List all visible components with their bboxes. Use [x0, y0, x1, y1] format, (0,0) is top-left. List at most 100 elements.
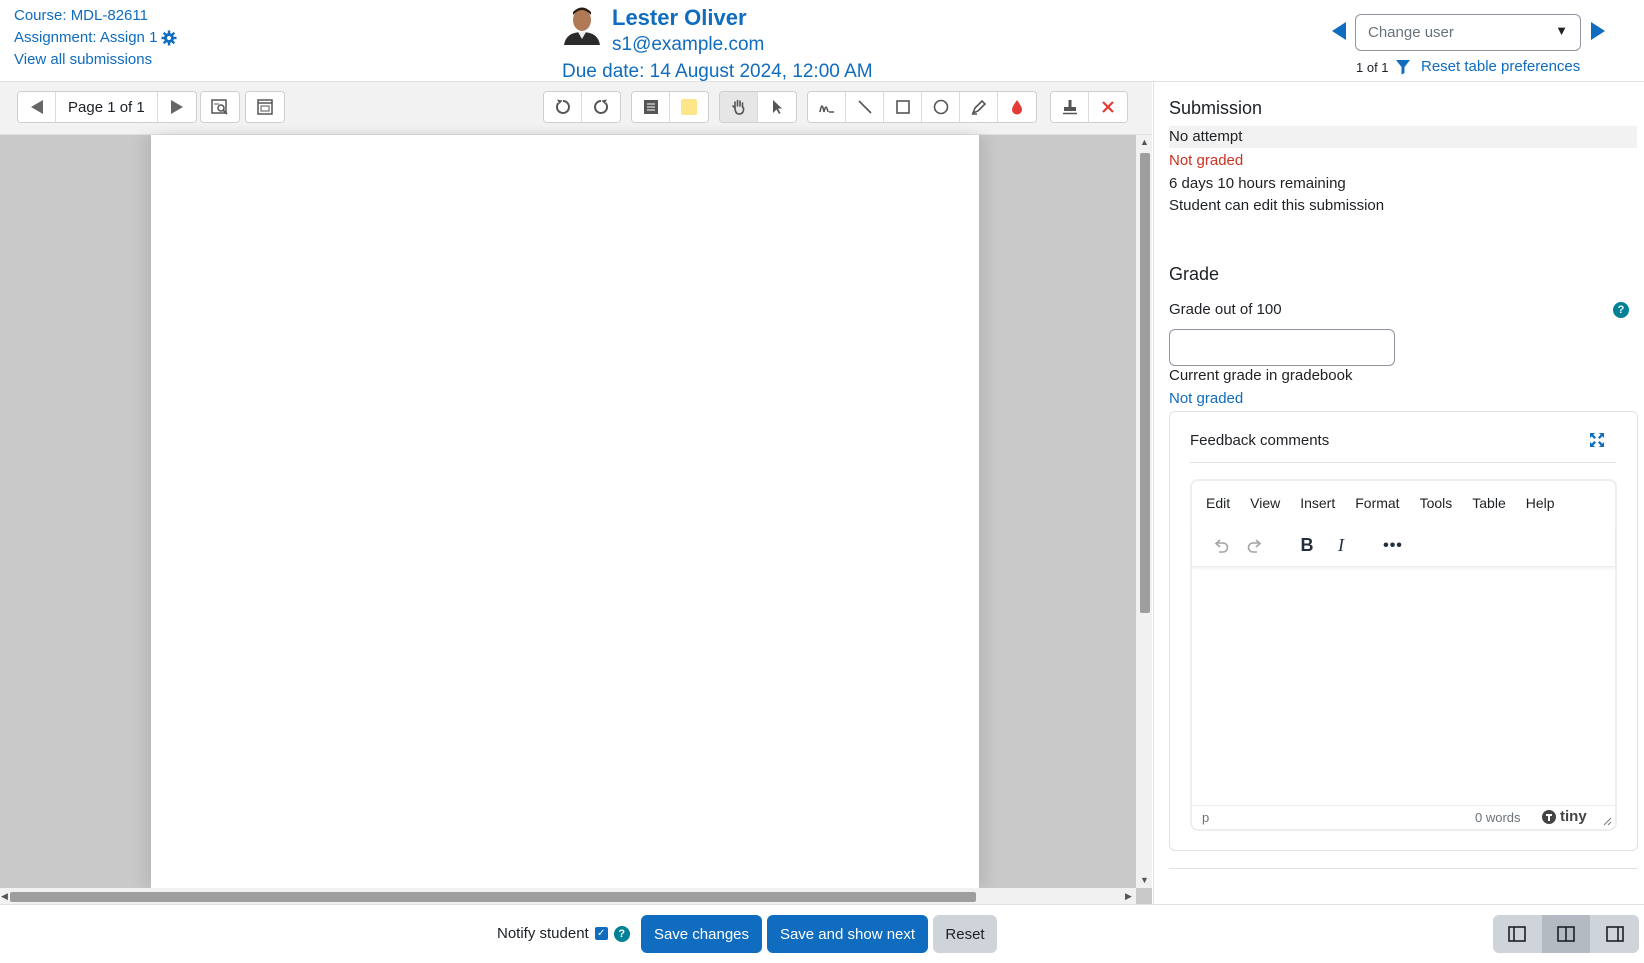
horizontal-scrollbar[interactable]: ◀ ▶	[0, 888, 1136, 904]
panel-left-icon	[1508, 926, 1527, 942]
grade-input[interactable]	[1169, 329, 1395, 366]
edit-status: Student can edit this submission	[1169, 197, 1385, 214]
tiny-brand[interactable]: tiny	[1541, 808, 1587, 825]
tiny-brand-text: tiny	[1560, 808, 1587, 825]
menu-tools[interactable]: Tools	[1420, 495, 1453, 511]
editor-content-area[interactable]	[1192, 567, 1615, 805]
avatar[interactable]	[561, 3, 603, 45]
highlight-tool-button[interactable]	[960, 92, 998, 122]
pen-scribble-icon	[818, 105, 834, 113]
undo-icon	[1214, 538, 1229, 553]
user-navigation: Change user ▼	[1330, 14, 1620, 54]
user-count: 1 of 1	[1356, 59, 1411, 75]
vertical-scrollbar[interactable]: ▲ ▼	[1136, 135, 1152, 888]
caret-down-icon: ▼	[1555, 23, 1568, 38]
feedback-comments-title: Feedback comments	[1190, 432, 1330, 449]
element-path[interactable]: p	[1202, 810, 1209, 825]
rotate-right-icon	[594, 99, 609, 114]
change-user-select[interactable]: Change user ▼	[1355, 14, 1581, 51]
document-page[interactable]	[151, 135, 979, 888]
line-tool-button[interactable]	[846, 92, 884, 122]
save-changes-button[interactable]: Save changes	[641, 915, 762, 953]
window-icon	[257, 99, 273, 115]
horizontal-scroll-thumb[interactable]	[10, 892, 976, 902]
editor-statusbar: p 0 words tiny	[1192, 805, 1615, 829]
notify-student-checkbox[interactable]: ✓	[594, 927, 608, 940]
feedback-editor: Edit View Insert Format Tools Table Help…	[1190, 479, 1617, 831]
bold-button[interactable]: B	[1290, 529, 1324, 563]
grade-heading: Grade	[1169, 264, 1220, 284]
vertical-scroll-thumb[interactable]	[1140, 153, 1150, 613]
help-icon[interactable]: ?	[613, 925, 630, 942]
stamp-tool-button[interactable]	[1051, 92, 1089, 122]
oval-tool-button[interactable]	[922, 92, 960, 122]
stamp-delete-group	[1050, 91, 1128, 123]
menu-help[interactable]: Help	[1526, 495, 1555, 511]
scroll-down-icon[interactable]: ▼	[1140, 875, 1149, 885]
comment-icon	[643, 100, 658, 114]
bold-icon: B	[1300, 535, 1314, 555]
course-link[interactable]: Course: MDL-82611	[14, 5, 148, 27]
current-grade-link[interactable]: Not graded	[1169, 390, 1243, 407]
comment-tool-button[interactable]	[632, 92, 670, 122]
layout-default-button[interactable]	[1541, 915, 1591, 953]
italic-button[interactable]: I	[1324, 529, 1358, 563]
next-page-button[interactable]	[157, 92, 196, 122]
expand-icon[interactable]	[1589, 432, 1605, 448]
triangle-left-icon	[30, 100, 43, 114]
italic-icon: I	[1338, 535, 1344, 555]
menu-edit[interactable]: Edit	[1206, 495, 1230, 511]
annotation-colour-button[interactable]	[998, 92, 1036, 122]
help-icon[interactable]: ?	[1613, 302, 1629, 318]
page-label[interactable]: Page 1 of 1	[56, 92, 158, 122]
stamp-icon	[1062, 100, 1077, 115]
comment-group	[631, 91, 709, 123]
rotate-group	[543, 91, 621, 123]
document-viewer: Page 1 of 1 ▲ ▼ ◀ ▶	[0, 82, 1152, 904]
comment-colour-button[interactable]	[670, 92, 708, 122]
assignment-link[interactable]: Assignment: Assign 1	[14, 27, 157, 49]
rotate-right-button[interactable]	[582, 92, 620, 122]
search-comments-button[interactable]	[201, 92, 239, 122]
menu-view[interactable]: View	[1250, 495, 1280, 511]
reset-table-preferences-link[interactable]: Reset table preferences	[1421, 58, 1580, 75]
save-and-show-next-button[interactable]: Save and show next	[767, 915, 928, 953]
scroll-left-icon[interactable]: ◀	[1, 891, 8, 902]
previous-user-arrow-icon[interactable]	[1332, 22, 1346, 40]
redo-button[interactable]	[1238, 529, 1272, 563]
menu-insert[interactable]: Insert	[1300, 495, 1335, 511]
more-options-button[interactable]: •••	[1376, 529, 1410, 563]
pan-select-group	[719, 91, 797, 123]
redo-icon	[1247, 538, 1262, 553]
user-name-link[interactable]: Lester Oliver	[612, 5, 747, 31]
grading-footer: Notify student ✓ ? Save changes Save and…	[0, 904, 1644, 963]
word-count[interactable]: 0 words	[1475, 810, 1521, 825]
rectangle-tool-button[interactable]	[884, 92, 922, 122]
change-user-placeholder: Change user	[1368, 24, 1454, 41]
gear-icon[interactable]	[161, 30, 177, 46]
layout-collapse-grade-button[interactable]	[1590, 915, 1639, 953]
expand-view-button[interactable]	[246, 92, 284, 122]
ellipsis-icon: •••	[1383, 536, 1403, 554]
reset-button[interactable]: Reset	[933, 915, 997, 953]
pan-tool-button[interactable]	[720, 92, 758, 122]
triangle-right-icon	[170, 100, 183, 114]
scroll-right-icon[interactable]: ▶	[1125, 891, 1132, 902]
delete-annotation-button[interactable]	[1089, 92, 1127, 122]
next-user-arrow-icon[interactable]	[1591, 22, 1605, 40]
pen-tool-button[interactable]	[808, 92, 846, 122]
layout-collapse-review-button[interactable]	[1493, 915, 1542, 953]
filter-icon[interactable]	[1395, 59, 1411, 75]
rotate-left-button[interactable]	[544, 92, 582, 122]
view-all-submissions-link[interactable]: View all submissions	[14, 49, 152, 71]
menu-table[interactable]: Table	[1472, 495, 1505, 511]
resize-handle-icon[interactable]	[1602, 816, 1612, 826]
scroll-up-icon[interactable]: ▲	[1140, 137, 1149, 147]
select-tool-button[interactable]	[758, 92, 796, 122]
rectangle-icon	[895, 100, 910, 114]
previous-page-button[interactable]	[18, 92, 56, 122]
undo-button[interactable]	[1204, 529, 1238, 563]
close-icon	[1102, 101, 1114, 113]
menu-format[interactable]: Format	[1355, 495, 1399, 511]
course-info: Course: MDL-82611 Assignment: Assign 1 V…	[14, 5, 177, 71]
